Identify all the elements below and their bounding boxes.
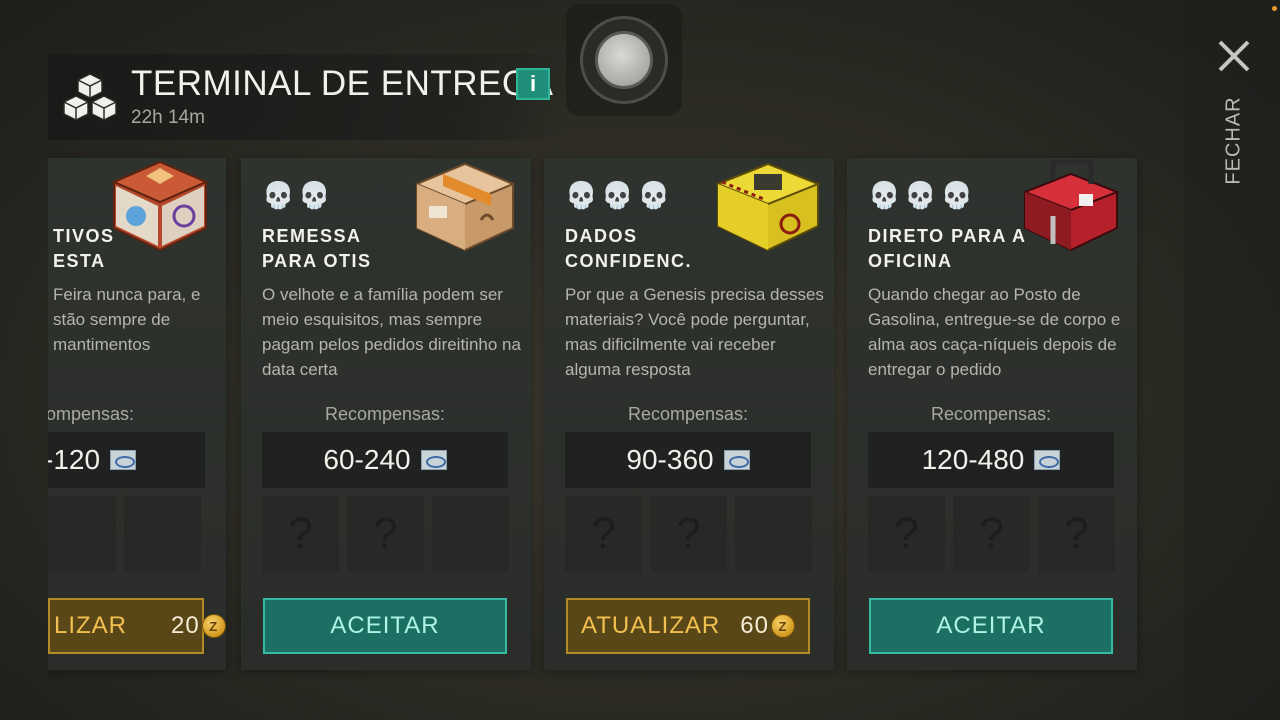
info-button[interactable]: i xyxy=(516,68,550,100)
delivery-card-festival: TIVOS ESTA Feira nunca para, e stão semp… xyxy=(48,158,226,670)
reward-slot xyxy=(735,496,812,572)
card-description: Por que a Genesis precisa desses materia… xyxy=(565,285,824,379)
update-cost: 60 Z xyxy=(740,612,795,640)
question-mark-icon: ? xyxy=(565,496,642,572)
card-description: Feira nunca para, e stão sempre de manti… xyxy=(53,285,201,354)
skull-icon: 💀 xyxy=(298,180,331,210)
ticket-icon xyxy=(420,450,447,470)
cost-value: 60 xyxy=(740,612,769,639)
delivery-cards-scroller[interactable]: TIVOS ESTA Feira nunca para, e stão semp… xyxy=(48,150,1180,680)
difficulty-skulls: 💀 💀 💀 xyxy=(868,182,973,208)
skull-icon: 💀 xyxy=(940,180,974,210)
skull-icon: 💀 xyxy=(565,180,598,210)
cost-value: 20 xyxy=(171,612,200,639)
reward-box: 120-480 xyxy=(868,432,1114,488)
card-description: O velhote e a família podem ser meio esq… xyxy=(262,285,521,379)
terminal-header: TERMINAL DE ENTREGA i 22h 14m xyxy=(48,54,568,140)
skull-icon: 💀 xyxy=(601,180,634,210)
accept-button[interactable]: ACEITAR xyxy=(263,598,507,654)
question-mark-icon: ? xyxy=(1038,496,1115,572)
difficulty-skulls: 💀 💀 xyxy=(262,182,331,208)
reward-value: 60-240 xyxy=(323,444,411,475)
rewards-label: ompensas: xyxy=(48,404,135,424)
joystick-knob[interactable] xyxy=(595,31,653,89)
coin-icon: Z xyxy=(201,614,226,638)
delivery-card-confidential: 💀 💀 💀 DADOS CONFIDENC. Por que a Genesis… xyxy=(544,158,834,670)
card-title: DADOS CONFIDENC. xyxy=(565,226,692,271)
card-title: DIRETO PARA A OFICINA xyxy=(868,226,1027,271)
reward-box: -120 xyxy=(48,432,205,488)
delivery-card-workshop: 💀 💀 💀 DIRETO PARA A OFICINA Quando chega… xyxy=(847,158,1137,670)
question-mark-icon: ? xyxy=(262,496,339,572)
skull-icon: 💀 xyxy=(262,180,295,210)
reward-slots: ? ? xyxy=(565,496,812,572)
skull-icon: 💀 xyxy=(904,180,937,210)
reward-slots: ? ? ? xyxy=(868,496,1115,572)
accept-button[interactable]: ACEITAR xyxy=(869,598,1113,654)
update-label: LIZAR xyxy=(54,612,128,639)
reward-slot xyxy=(124,496,201,572)
reward-value: 90-360 xyxy=(626,444,714,475)
close-label[interactable]: FECHAR xyxy=(1223,96,1246,184)
question-mark-icon: ? xyxy=(868,496,945,572)
update-cost: 20 Z xyxy=(171,612,226,640)
ticket-icon xyxy=(110,450,137,470)
reward-slot xyxy=(48,496,116,572)
joystick-ring xyxy=(580,16,668,104)
coin-icon: Z xyxy=(770,614,795,638)
card-description: Quando chegar ao Posto de Gasolina, entr… xyxy=(868,285,1121,379)
reward-value: 120-480 xyxy=(921,444,1025,475)
update-button[interactable]: LIZAR 20 Z xyxy=(48,598,226,654)
reward-value: -120 xyxy=(48,444,101,475)
close-label-wrap[interactable]: FECHAR xyxy=(1196,96,1272,184)
reward-box: 90-360 xyxy=(565,432,811,488)
reward-slots: ? ? xyxy=(262,496,509,572)
question-mark-icon: ? xyxy=(953,496,1030,572)
question-mark-icon: ? xyxy=(650,496,727,572)
close-icon[interactable] xyxy=(1217,39,1251,73)
rewards-label: Recompensas: xyxy=(627,404,749,424)
notification-dot xyxy=(1272,6,1277,11)
card-title: REMESSA PARA OTIS xyxy=(262,226,372,271)
update-button[interactable]: ATUALIZAR 60 Z xyxy=(566,598,810,654)
rewards-label: Recompensas: xyxy=(324,404,446,424)
close-button[interactable] xyxy=(1214,36,1254,76)
rewards-label: Recompensas: xyxy=(930,404,1052,424)
page-title: TERMINAL DE ENTREGA xyxy=(131,64,554,103)
skull-icon: 💀 xyxy=(868,180,901,210)
reward-slots xyxy=(48,496,201,572)
update-label: ATUALIZAR xyxy=(581,612,721,639)
reward-box: 60-240 xyxy=(262,432,508,488)
skull-icon: 💀 xyxy=(637,180,671,210)
reward-slot xyxy=(432,496,509,572)
question-mark-icon: ? xyxy=(347,496,424,572)
ticket-icon xyxy=(1034,450,1061,470)
boxes-icon xyxy=(63,73,117,121)
joystick[interactable] xyxy=(566,4,682,116)
delivery-card-otis: 💀 💀 REMESSA PARA OTIS O velhote e a famí… xyxy=(241,158,531,670)
difficulty-skulls: 💀 💀 💀 xyxy=(565,182,670,208)
ticket-icon xyxy=(723,450,750,470)
card-title: TIVOS ESTA xyxy=(53,226,115,271)
refresh-timer: 22h 14m xyxy=(131,107,205,128)
